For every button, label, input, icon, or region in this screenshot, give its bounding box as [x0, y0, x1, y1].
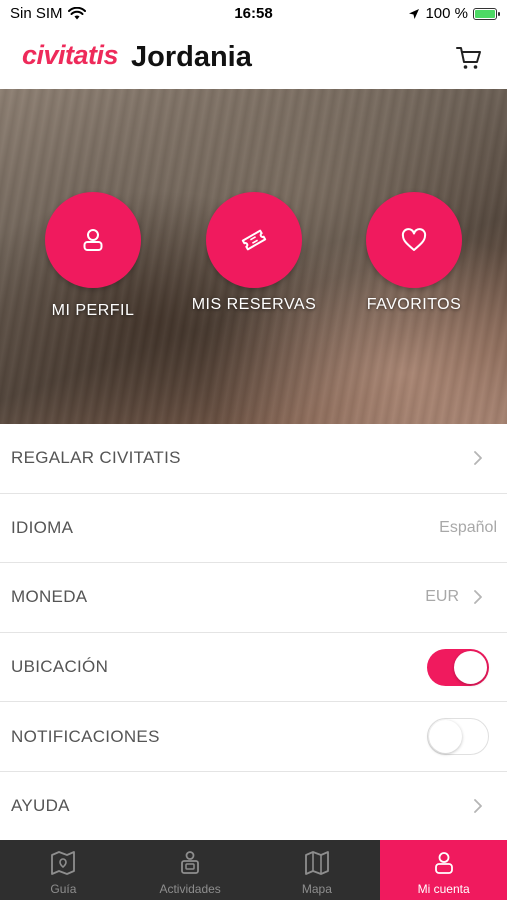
favorites-label: FAVORITOS	[366, 296, 462, 313]
toggle-knob	[429, 720, 462, 754]
my-profile-circle[interactable]	[45, 192, 141, 288]
language-label: IDIOMA	[11, 517, 74, 537]
tab-my-account[interactable]: Mi cuenta	[380, 840, 507, 900]
hero-banner: MI PERFIL MIS RESERVAS FAVORITOS	[0, 89, 507, 424]
battery-icon	[473, 7, 500, 20]
ticket-icon	[241, 229, 267, 251]
location-arrow-icon	[409, 8, 420, 19]
gift-civitatis-label: REGALAR CIVITATIS	[11, 448, 181, 468]
toggle-knob	[454, 650, 487, 684]
tab-activities[interactable]: Actividades	[127, 840, 254, 900]
location-toggle[interactable]	[427, 648, 489, 686]
cart-icon[interactable]	[455, 44, 483, 72]
battery-percent: 100 %	[425, 5, 468, 22]
settings-menu: REGALAR CIVITATIS IDIOMA Español MONEDA …	[0, 424, 507, 842]
tab-guide-label: Guía	[50, 882, 77, 896]
status-bar: Sin SIM 16:58 100 %	[0, 0, 507, 28]
tab-bar: Guía Actividades Mapa Mi cuenta	[0, 840, 507, 900]
my-bookings-circle[interactable]	[206, 192, 302, 288]
user-icon	[83, 229, 103, 251]
currency-value: EUR	[425, 588, 459, 606]
app-header: civitatis Jordania	[0, 30, 507, 88]
favorites-circle[interactable]	[366, 192, 462, 288]
my-profile-button[interactable]: MI PERFIL	[13, 192, 173, 320]
chevron-right-icon	[474, 799, 482, 814]
tab-my-account-label: Mi cuenta	[417, 882, 470, 896]
tab-map-label: Mapa	[301, 882, 332, 896]
notifications-label: NOTIFICACIONES	[11, 726, 160, 746]
location-label: UBICACIÓN	[11, 657, 109, 677]
help-label: AYUDA	[11, 796, 70, 816]
location-row: UBICACIÓN	[0, 633, 507, 703]
heart-icon	[401, 228, 427, 251]
map-icon	[304, 851, 329, 875]
chevron-right-icon	[474, 590, 482, 605]
account-icon	[434, 852, 453, 874]
tab-map[interactable]: Mapa	[254, 840, 381, 900]
my-bookings-label: MIS RESERVAS	[191, 296, 317, 313]
help-row[interactable]: AYUDA	[0, 772, 507, 842]
gift-civitatis-row[interactable]: REGALAR CIVITATIS	[0, 424, 507, 494]
chevron-right-icon	[474, 451, 482, 466]
my-profile-label: MI PERFIL	[51, 302, 135, 319]
activities-icon	[181, 851, 200, 874]
civitatis-logo: civitatis	[22, 40, 119, 70]
guide-map-icon	[51, 851, 76, 875]
status-right: 100 %	[408, 5, 500, 22]
notifications-toggle[interactable]	[427, 718, 489, 756]
language-row[interactable]: IDIOMA Español	[0, 494, 507, 564]
favorites-button[interactable]: FAVORITOS	[334, 192, 494, 314]
currency-label: MONEDA	[11, 587, 88, 607]
tab-guide[interactable]: Guía	[0, 840, 127, 900]
language-value: Español	[439, 518, 497, 536]
notifications-row: NOTIFICACIONES	[0, 702, 507, 772]
tab-activities-label: Actividades	[159, 882, 221, 896]
my-bookings-button[interactable]: MIS RESERVAS	[174, 192, 334, 314]
currency-row[interactable]: MONEDA EUR	[0, 563, 507, 633]
destination-title: Jordania	[131, 41, 252, 73]
